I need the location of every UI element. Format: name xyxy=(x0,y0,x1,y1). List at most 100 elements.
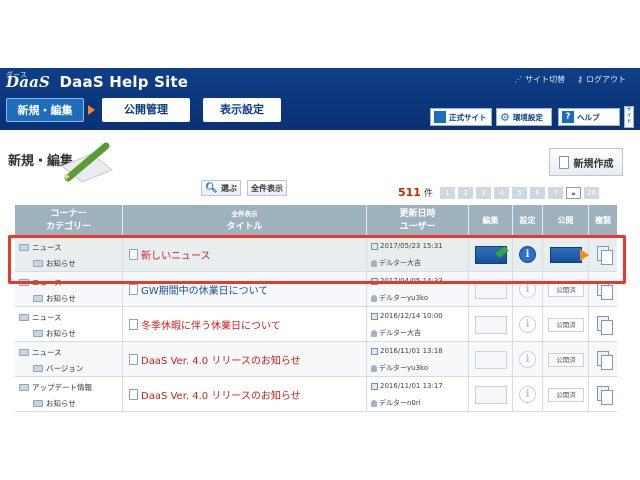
category-label: お知らせ xyxy=(46,329,76,338)
environment-settings-button[interactable]: ⚙ 環境設定 xyxy=(496,108,552,126)
last-page-link[interactable]: 26 xyxy=(583,186,599,199)
edit-button[interactable] xyxy=(475,351,507,369)
settings-info-button[interactable]: i xyxy=(519,316,536,333)
corner-label: ニュース xyxy=(32,278,62,287)
corner-label: ニュース xyxy=(32,313,62,322)
settings-info-button[interactable]: i xyxy=(519,386,536,403)
published-badge[interactable]: 公開済 xyxy=(548,318,584,332)
official-site-button[interactable]: 正式サイト xyxy=(430,108,492,126)
pagination: 511 件 1 2 3 4 5 6 7 » 26 xyxy=(398,186,599,199)
table-row: ニュース お知らせ 新しいニュース 2017/05/23 15:31 デルター大… xyxy=(15,237,617,272)
edit-button[interactable] xyxy=(475,386,507,404)
tab-display-settings[interactable]: 表示設定 xyxy=(203,98,281,122)
copy-icon[interactable] xyxy=(597,351,613,370)
calendar-icon xyxy=(371,382,378,390)
site-title: DaaS Help Site xyxy=(59,73,189,91)
article-title-link[interactable]: DaaS Ver. 4.0 リリースのお知らせ xyxy=(129,387,301,402)
official-site-icon xyxy=(434,111,446,123)
tab-publish-management[interactable]: 公開管理 xyxy=(102,98,190,122)
table-header: コーナー カテゴリー 全件表示 タイトル 更新日時 ユーザー 編集 設定 公開 … xyxy=(15,205,617,237)
next-page-button[interactable]: » xyxy=(565,186,581,199)
result-count: 511 xyxy=(398,186,421,199)
copy-icon[interactable] xyxy=(597,281,613,300)
articles-table: コーナー カテゴリー 全件表示 タイトル 更新日時 ユーザー 編集 設定 公開 … xyxy=(15,205,617,412)
copy-icon[interactable] xyxy=(597,316,613,335)
settings-info-button[interactable]: i xyxy=(519,281,536,298)
show-all-button[interactable]: 全件表示 xyxy=(247,180,287,196)
sitemap-icon: ⋰ xyxy=(514,75,523,84)
article-title-link[interactable]: GW期間中の休業日について xyxy=(129,282,268,297)
user-name: デルター大吉 xyxy=(379,259,421,267)
new-create-button[interactable]: 新規作成 xyxy=(549,148,623,176)
user-icon xyxy=(371,259,377,267)
published-badge[interactable]: 公開済 xyxy=(548,283,584,297)
folder-icon xyxy=(19,349,29,356)
folder-icon xyxy=(19,279,29,286)
folder-icon xyxy=(33,330,43,337)
updated-date: 2017/04/05 14:33 xyxy=(380,277,443,285)
copy-icon[interactable] xyxy=(597,246,613,265)
app-window: ダース DaaS DaaS Help Site ⋰ サイト切替 ⚷ ログアウト 新規… xyxy=(0,68,640,420)
column-corner-category: コーナー カテゴリー xyxy=(15,205,123,237)
key-icon: ⚷ xyxy=(577,75,583,84)
published-badge[interactable]: 公開済 xyxy=(548,388,584,402)
table-row: ニュース お知らせ 冬季休暇に伴う休業日について 2016/12/14 10:0… xyxy=(15,307,617,342)
select-button[interactable]: 🔍︎ 選ぶ xyxy=(201,180,241,196)
updated-date: 2016/11/01 13:18 xyxy=(380,347,443,355)
page-link-6[interactable]: 6 xyxy=(529,186,545,199)
column-copy: 複製 xyxy=(595,216,611,225)
edit-button[interactable] xyxy=(475,246,507,264)
page-icon xyxy=(129,354,138,365)
table-row: ニュース お知らせ GW期間中の休業日について 2017/04/05 14:33… xyxy=(15,272,617,307)
user-name: デルターn0ri xyxy=(379,399,421,407)
folder-icon xyxy=(19,314,29,321)
table-row: アップデート情報 お知らせ DaaS Ver. 4.0 リリースのお知らせ 20… xyxy=(15,377,617,412)
publish-button[interactable] xyxy=(550,247,589,263)
gear-icon: ⚙ xyxy=(500,110,510,124)
page-link-4[interactable]: 4 xyxy=(493,186,509,199)
page-icon xyxy=(129,389,138,400)
tab-new-edit[interactable]: 新規・編集 xyxy=(6,98,84,122)
category-label: お知らせ xyxy=(46,294,76,303)
edit-button[interactable] xyxy=(475,281,507,299)
settings-info-button[interactable]: i xyxy=(519,246,536,263)
category-label: バージョン xyxy=(46,364,84,373)
page-icon xyxy=(129,319,138,330)
copy-icon[interactable] xyxy=(597,386,613,405)
site-switch-link[interactable]: ⋰ サイト切替 xyxy=(514,74,565,85)
page-link-2[interactable]: 2 xyxy=(457,186,473,199)
user-name: デルターyu3ko xyxy=(379,294,429,302)
show-all-header-link[interactable]: 全件表示 xyxy=(123,207,366,221)
calendar-icon xyxy=(371,242,378,250)
article-title-link[interactable]: DaaS Ver. 4.0 リリースのお知らせ xyxy=(129,352,301,367)
page-link-5[interactable]: 5 xyxy=(511,186,527,199)
site-logo[interactable]: ダース DaaS DaaS Help Site xyxy=(6,71,189,91)
folder-icon xyxy=(33,400,43,407)
user-icon xyxy=(371,294,377,302)
page-icon xyxy=(129,249,138,260)
corner-label: ニュース xyxy=(32,348,62,357)
page-link-7[interactable]: 7 xyxy=(547,186,563,199)
side-toggle-button[interactable]: サイド xyxy=(624,106,634,128)
calendar-icon xyxy=(371,347,378,355)
search-icon: 🔍︎ xyxy=(205,182,218,194)
page-icon xyxy=(129,284,138,295)
article-title-link[interactable]: 冬季休暇に伴う休業日について xyxy=(129,317,281,332)
page-link-1[interactable]: 1 xyxy=(439,186,455,199)
published-badge[interactable]: 公開済 xyxy=(548,353,584,367)
calendar-icon xyxy=(371,312,378,320)
help-button[interactable]: ? ヘルプ xyxy=(558,108,620,126)
column-title: 全件表示 タイトル xyxy=(123,205,367,237)
help-icon: ? xyxy=(562,111,574,123)
pencil-notepad-icon xyxy=(61,142,113,183)
settings-info-button[interactable]: i xyxy=(519,351,536,368)
page-link-3[interactable]: 3 xyxy=(475,186,491,199)
logout-link[interactable]: ⚷ ログアウト xyxy=(577,74,626,85)
folder-icon xyxy=(33,295,43,302)
column-edit: 編集 xyxy=(469,205,513,237)
article-title-link[interactable]: 新しいニュース xyxy=(129,247,211,262)
user-icon xyxy=(371,364,377,372)
edit-button[interactable] xyxy=(475,316,507,334)
folder-icon xyxy=(19,384,29,391)
category-label: お知らせ xyxy=(46,259,76,268)
